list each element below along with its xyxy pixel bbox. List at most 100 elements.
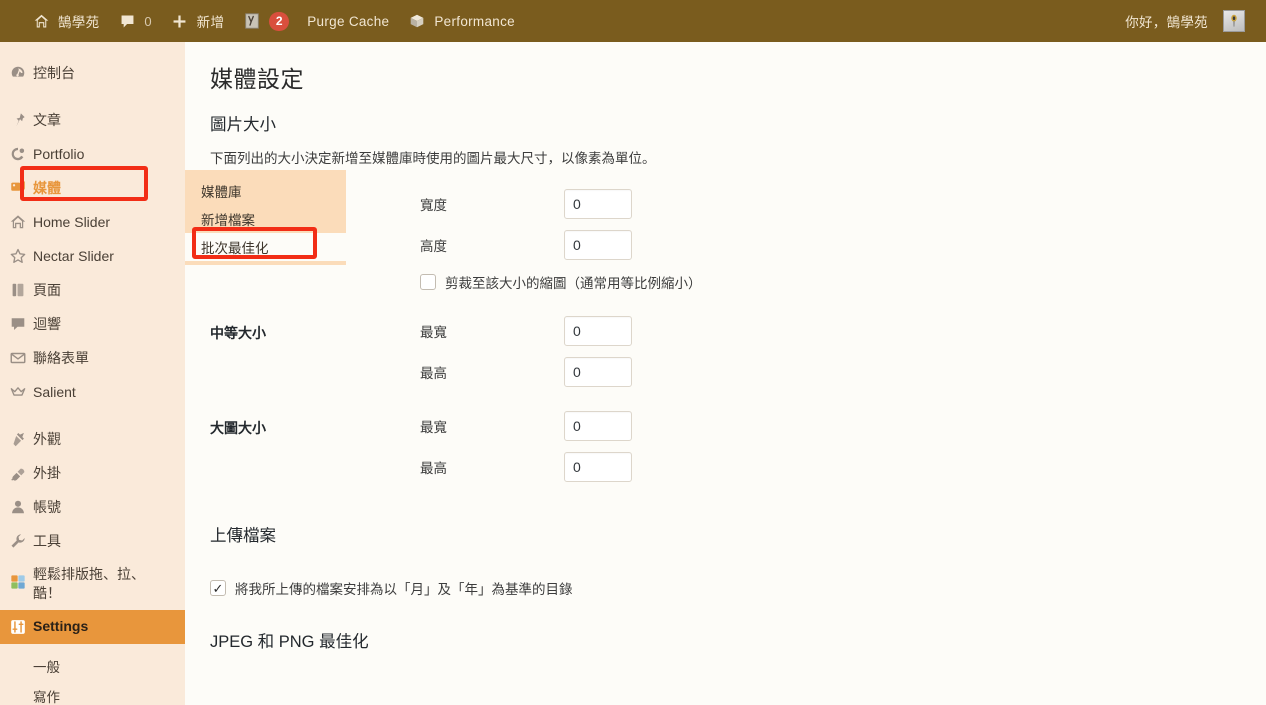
field-label-max-width: 最寬 xyxy=(420,325,447,340)
admin-bar-performance[interactable]: Performance xyxy=(398,0,524,42)
portfolio-icon xyxy=(8,144,28,164)
yoast-seo-badge: 2 xyxy=(269,11,290,31)
field-label-max-height: 最高 xyxy=(420,461,447,476)
sidebar-subitem-writing[interactable]: 寫作 xyxy=(0,681,185,705)
row-fields-medium: 最寬 最高 xyxy=(410,304,1266,399)
sidebar-item-label: 工具 xyxy=(33,532,61,549)
table-row: 寬度 高度 剪裁至該大小的縮圖（通常用等比例縮小） xyxy=(185,177,1266,304)
sidebar-item-media[interactable]: 媒體 xyxy=(0,171,195,205)
admin-bar-new-content-label: 新增 xyxy=(196,15,225,30)
thumbnail-crop-checkbox[interactable] xyxy=(420,274,436,290)
admin-bar-yoast-seo[interactable]: 2 xyxy=(233,0,298,42)
sidebar-item-contact-form[interactable]: 聯絡表單 xyxy=(0,341,185,375)
large-max-width-input[interactable] xyxy=(564,411,632,441)
field-row-max-width: 最寬 xyxy=(420,411,1256,441)
sidebar-item-label: Settings xyxy=(33,618,89,635)
home-slider-icon xyxy=(8,212,28,232)
sidebar-item-label: 控制台 xyxy=(33,64,75,81)
admin-bar: 鵠學苑 0 新增 2 Purge Cache Performance 你好，鵠學… xyxy=(0,0,1266,42)
star-icon xyxy=(8,246,28,266)
thumbnail-height-input[interactable] xyxy=(564,230,632,260)
uploads-organize-checkbox[interactable]: ✓ xyxy=(210,580,226,596)
puzzle-icon xyxy=(8,572,28,592)
field-label-max-height: 最高 xyxy=(420,366,447,381)
sidebar-item-nectar-slider[interactable]: Nectar Slider xyxy=(0,239,185,273)
section-heading-jpeg-png: JPEG 和 PNG 最佳化 xyxy=(210,633,369,651)
sidebar-item-dashboard[interactable]: 控制台 xyxy=(0,56,185,90)
sidebar-item-posts[interactable]: 文章 xyxy=(0,103,185,137)
sidebar-item-appearance[interactable]: 外觀 xyxy=(0,422,185,456)
sidebar-item-label: 帳號 xyxy=(33,498,61,515)
sidebar-item-plugins[interactable]: 外掛 xyxy=(0,456,185,490)
yoast-seo-icon xyxy=(242,11,262,31)
sidebar-item-comments[interactable]: 迴響 xyxy=(0,307,185,341)
comment-icon xyxy=(8,314,28,334)
admin-sidebar-menu: 控制台 文章 Portfolio 媒體 Home Slider Nectar S… xyxy=(0,42,195,705)
table-row: 中等大小 最寬 最高 xyxy=(185,304,1266,399)
thumbnail-width-input[interactable] xyxy=(564,189,632,219)
sidebar-item-salient[interactable]: Salient xyxy=(0,375,185,409)
flyout-item-media-library[interactable]: 媒體庫 xyxy=(185,177,346,205)
thumbnail-crop-checkbox-row[interactable]: 剪裁至該大小的縮圖（通常用等比例縮小） xyxy=(420,272,1256,292)
sidebar-item-label: Nectar Slider xyxy=(33,247,114,264)
row-fields-thumbnail: 寬度 高度 剪裁至該大小的縮圖（通常用等比例縮小） xyxy=(410,177,1266,304)
mail-icon xyxy=(8,348,28,368)
users-icon xyxy=(8,497,28,517)
admin-bar-purge-cache-label: Purge Cache xyxy=(307,13,390,29)
avatar xyxy=(1223,10,1245,32)
home-icon xyxy=(31,11,51,31)
medium-max-height-input[interactable] xyxy=(564,357,632,387)
sidebar-item-page-builder[interactable]: 輕鬆排版拖、拉、酷！ xyxy=(0,558,185,610)
admin-bar-site-name-label: 鵠學苑 xyxy=(58,15,100,30)
flyout-item-add-new-file[interactable]: 新增檔案 xyxy=(185,205,346,233)
comment-icon xyxy=(117,11,137,31)
admin-bar-site-name[interactable]: 鵠學苑 xyxy=(22,0,108,42)
pin-icon xyxy=(8,110,28,130)
sidebar-item-label: Home Slider xyxy=(33,213,111,230)
sidebar-separator xyxy=(0,90,185,103)
admin-bar-new-content[interactable]: 新增 xyxy=(161,0,234,42)
performance-cube-icon xyxy=(407,11,427,31)
large-max-height-input[interactable] xyxy=(564,452,632,482)
sidebar-item-home-slider[interactable]: Home Slider xyxy=(0,205,185,239)
sidebar-item-label: 迴響 xyxy=(33,315,61,332)
row-fields-large: 最寬 最高 xyxy=(410,399,1266,494)
dashboard-icon xyxy=(8,63,28,83)
field-row-height: 高度 xyxy=(420,230,1256,260)
medium-max-width-input[interactable] xyxy=(564,316,632,346)
media-flyout-submenu: 媒體庫 新增檔案 批次最佳化 xyxy=(185,170,346,265)
main-content: 媒體設定 圖片大小 下面列出的大小決定新增至媒體庫時使用的圖片最大尺寸，以像素為… xyxy=(185,42,1266,705)
field-row-max-height: 最高 xyxy=(420,357,1256,387)
field-row-max-width: 最寬 xyxy=(420,316,1256,346)
tools-wrench-icon xyxy=(8,531,28,551)
appearance-brush-icon xyxy=(8,429,28,449)
sidebar-subitem-general[interactable]: 一般 xyxy=(0,651,185,681)
admin-bar-purge-cache[interactable]: Purge Cache xyxy=(298,0,398,42)
sidebar-item-tools[interactable]: 工具 xyxy=(0,524,185,558)
sidebar-item-label: 媒體 xyxy=(33,179,61,196)
field-row-max-height: 最高 xyxy=(420,452,1256,482)
flyout-item-bulk-optimization[interactable]: 批次最佳化 xyxy=(185,233,346,261)
sidebar-item-settings[interactable]: Settings xyxy=(0,609,193,644)
uploads-organize-label: 將我所上傳的檔案安排為以「月」及「年」為基準的目錄 xyxy=(235,582,573,597)
field-label-width: 寬度 xyxy=(420,198,447,213)
plugins-plug-icon xyxy=(8,463,28,483)
field-label-height: 高度 xyxy=(420,239,447,254)
sidebar-item-label: 聯絡表單 xyxy=(33,349,89,366)
wordpress-admin-screen: 鵠學苑 0 新增 2 Purge Cache Performance 你好，鵠學… xyxy=(0,0,1266,705)
sidebar-item-portfolio[interactable]: Portfolio xyxy=(0,137,185,171)
uploads-organize-checkbox-row[interactable]: ✓ 將我所上傳的檔案安排為以「月」及「年」為基準的目錄 xyxy=(210,578,1266,598)
sidebar-item-label: Portfolio xyxy=(33,145,85,162)
sidebar-item-label: 頁面 xyxy=(33,281,61,298)
admin-bar-my-account[interactable]: 你好，鵠學苑 xyxy=(1116,0,1254,42)
sidebar-item-users[interactable]: 帳號 xyxy=(0,490,185,524)
admin-bar-comment-count: 0 xyxy=(144,13,152,29)
pages-icon xyxy=(8,280,28,300)
sidebar-item-pages[interactable]: 頁面 xyxy=(0,273,185,307)
admin-bar-comments[interactable]: 0 xyxy=(108,0,160,42)
media-icon xyxy=(8,178,28,198)
current-menu-arrow-icon xyxy=(185,618,193,635)
field-row-width: 寬度 xyxy=(420,189,1256,219)
sidebar-item-label: 外觀 xyxy=(33,430,61,447)
row-label-medium: 中等大小 xyxy=(210,325,266,341)
